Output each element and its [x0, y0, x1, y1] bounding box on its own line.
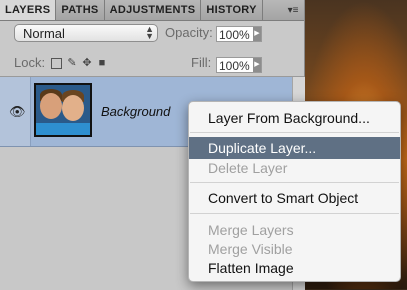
- tab-adjustments[interactable]: ADJUSTMENTS: [105, 0, 202, 20]
- layer-thumbnail: [34, 83, 92, 137]
- lock-transparency-icon[interactable]: [51, 58, 62, 69]
- menu-item-duplicate-layer[interactable]: Duplicate Layer...: [189, 137, 400, 159]
- blend-opacity-row: Normal ▲ ▼ Opacity: 100% ▶: [0, 21, 304, 47]
- menu-separator: [190, 132, 399, 133]
- panel-tabs: LAYERS PATHS ADJUSTMENTS HISTORY ▾≡: [0, 0, 304, 21]
- panel-menu-icon[interactable]: ▾≡: [282, 0, 304, 20]
- tab-layers[interactable]: LAYERS: [0, 0, 57, 20]
- opacity-arrow-icon[interactable]: ▶: [253, 27, 261, 41]
- visibility-toggle[interactable]: 👁: [0, 77, 31, 146]
- stepper-arrows-icon: ▲ ▼: [145, 24, 154, 41]
- lock-label: Lock:: [14, 55, 46, 70]
- menu-item-layer-from-background[interactable]: Layer From Background...: [189, 107, 400, 129]
- blend-mode-select[interactable]: Normal ▲ ▼: [14, 24, 158, 42]
- context-menu: Layer From Background... Duplicate Layer…: [188, 101, 401, 282]
- layer-name[interactable]: Background: [101, 104, 170, 119]
- lock-brush-icon[interactable]: ✎: [66, 57, 78, 69]
- menu-separator: [190, 182, 399, 183]
- lock-move-icon[interactable]: ✥: [81, 57, 93, 69]
- opacity-field[interactable]: 100% ▶: [216, 26, 262, 42]
- menu-item-flatten-image[interactable]: Flatten Image: [189, 257, 400, 279]
- opacity-value: 100%: [219, 28, 250, 42]
- tab-paths[interactable]: PATHS: [56, 0, 105, 20]
- lock-fill-row: Lock: ✎ ✥ ■ Fill: 100% ▶: [0, 51, 304, 75]
- fill-label: Fill:: [191, 55, 212, 70]
- blend-mode-value: Normal: [23, 26, 65, 41]
- menu-item-convert-smart-object[interactable]: Convert to Smart Object: [189, 187, 400, 209]
- tab-history[interactable]: HISTORY: [201, 0, 263, 20]
- fill-arrow-icon[interactable]: ▶: [253, 58, 261, 72]
- opacity-label: Opacity:: [165, 25, 213, 40]
- menu-item-delete-layer: Delete Layer: [208, 160, 288, 176]
- fill-field[interactable]: 100% ▶: [216, 57, 262, 73]
- menu-separator: [190, 213, 399, 214]
- eye-icon[interactable]: 👁: [9, 104, 26, 120]
- fill-value: 100%: [219, 59, 250, 73]
- lock-all-icon[interactable]: ■: [96, 57, 108, 69]
